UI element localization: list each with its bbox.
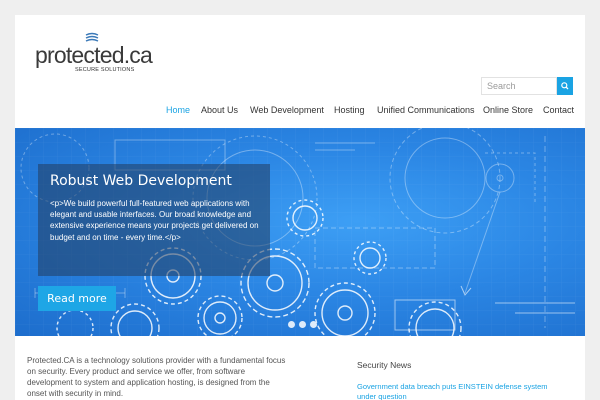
main-nav: Home About Us Web Development Hosting Un… — [15, 105, 585, 121]
nav-item-home[interactable]: Home — [166, 105, 190, 115]
logo-text: protected.ca — [35, 42, 153, 68]
search-input[interactable] — [481, 77, 557, 95]
nav-item-about-us[interactable]: About Us — [201, 105, 238, 115]
intro-text: Protected.CA is a technology solutions p… — [27, 356, 286, 398]
search-button[interactable] — [557, 77, 573, 95]
logo-tagline: SECURE SOLUTIONS — [75, 67, 135, 73]
nav-item-web-development[interactable]: Web Development — [250, 105, 324, 115]
hero-caption: Robust Web Development <p>We build power… — [38, 164, 270, 276]
page: protected.ca SECURE SOLUTIONS Home About… — [15, 15, 585, 400]
hero-title: Robust Web Development — [50, 173, 232, 189]
nav-item-unified-communications[interactable]: Unified Communications — [377, 105, 475, 115]
read-more-button[interactable]: Read more — [38, 286, 116, 311]
site-logo[interactable]: protected.ca SECURE SOLUTIONS — [35, 29, 153, 79]
slider-dot-2[interactable] — [299, 321, 306, 328]
search-icon — [561, 82, 569, 90]
hero-slider: Robust Web Development <p>We build power… — [15, 128, 585, 336]
hero-body: <p>We build powerful full-featured web a… — [50, 199, 259, 242]
slider-dot-1[interactable] — [288, 321, 295, 328]
security-news-heading: Security News — [357, 360, 412, 370]
slider-dot-3[interactable] — [310, 321, 317, 328]
nav-item-hosting[interactable]: Hosting — [334, 105, 365, 115]
search-form — [481, 77, 573, 95]
news-item-link[interactable]: Government data breach puts EINSTEIN def… — [357, 382, 562, 400]
nav-item-contact[interactable]: Contact — [543, 105, 574, 115]
nav-item-online-store[interactable]: Online Store — [483, 105, 533, 115]
